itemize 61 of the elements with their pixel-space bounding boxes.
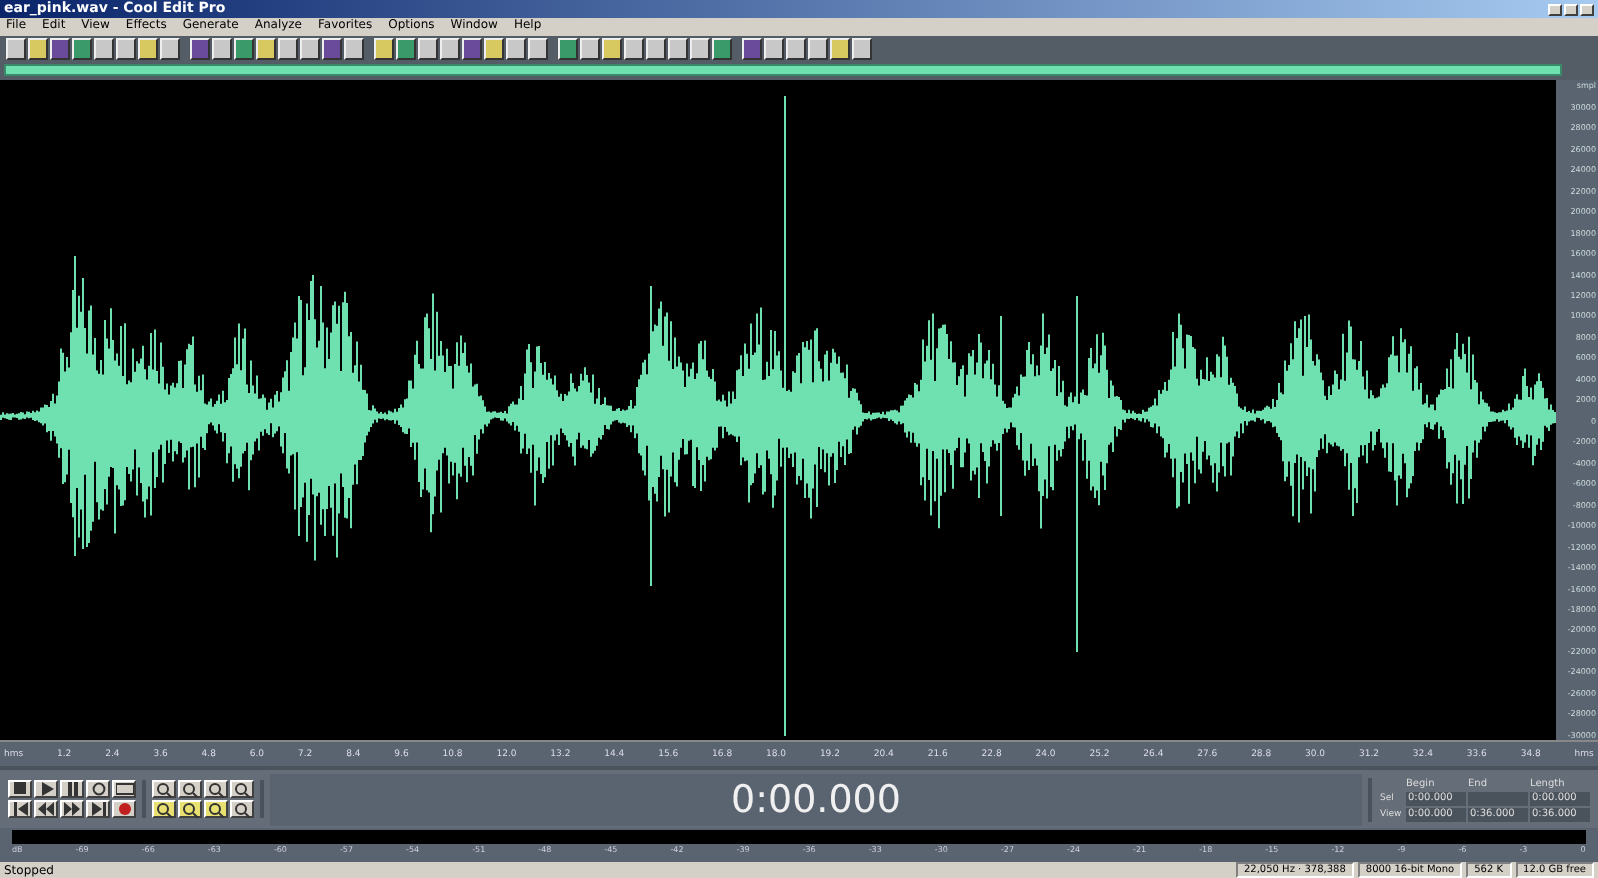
toolbar-icon[interactable] xyxy=(624,37,644,60)
toolbar-icon[interactable] xyxy=(300,37,320,60)
zoom-button[interactable] xyxy=(152,800,176,819)
toolbar-icon[interactable] xyxy=(212,37,232,60)
minimize-button[interactable] xyxy=(1548,3,1562,15)
toolbar-icon[interactable] xyxy=(256,37,276,60)
toolbar-icon[interactable] xyxy=(786,37,806,60)
toolbar-icon[interactable] xyxy=(322,37,342,60)
overview-bar[interactable] xyxy=(0,61,1598,81)
toolbar-icon[interactable] xyxy=(50,37,70,60)
close-button[interactable] xyxy=(1580,3,1594,15)
zoom-button[interactable] xyxy=(178,800,202,819)
zoom-button[interactable] xyxy=(152,780,176,799)
toolbar-icon[interactable] xyxy=(116,37,136,60)
toolbar-icon[interactable] xyxy=(764,37,784,60)
toolbar-icon[interactable] xyxy=(484,37,504,60)
toolbar-icon[interactable] xyxy=(712,37,732,60)
toolbar-icon[interactable] xyxy=(602,37,622,60)
toolbar-icon[interactable] xyxy=(138,37,158,60)
toolbar-icon[interactable] xyxy=(396,37,416,60)
toolbar-icon[interactable] xyxy=(808,37,828,60)
toolbar-icon[interactable] xyxy=(558,37,578,60)
loop-button[interactable] xyxy=(86,780,110,799)
time-field[interactable] xyxy=(1468,791,1528,806)
toolbar-icon[interactable] xyxy=(344,37,364,60)
toolbar-icon[interactable] xyxy=(72,37,92,60)
toolbar-icon[interactable] xyxy=(690,37,710,60)
toolbar-icon[interactable] xyxy=(6,37,26,60)
toolbar-icon[interactable] xyxy=(506,37,526,60)
play-button[interactable] xyxy=(34,780,58,799)
record-button[interactable] xyxy=(112,800,136,819)
zoom-button[interactable] xyxy=(204,800,228,819)
toolbar-icon[interactable] xyxy=(462,37,482,60)
stop-button[interactable] xyxy=(8,780,32,799)
toolbar-icon[interactable] xyxy=(374,37,394,60)
go-to-end-button[interactable] xyxy=(86,800,110,819)
toolbar-icon[interactable] xyxy=(190,37,210,60)
toolbar-icon[interactable] xyxy=(440,37,460,60)
toolbar-icon[interactable] xyxy=(28,37,48,60)
toolbar-icon[interactable] xyxy=(580,37,600,60)
toolbar-icon[interactable] xyxy=(94,37,114,60)
toolbar-icon[interactable] xyxy=(646,37,666,60)
toolbar-icon[interactable] xyxy=(742,37,762,60)
zoom-button[interactable] xyxy=(230,800,254,819)
toolbar-icon[interactable] xyxy=(668,37,688,60)
time-display: 0:00.000 xyxy=(731,777,901,822)
toolbar-icon[interactable] xyxy=(278,37,298,60)
go-to-start-button[interactable] xyxy=(8,800,32,819)
toolbar-icon[interactable] xyxy=(160,37,180,60)
toolbar-icon[interactable] xyxy=(830,37,850,60)
fast-forward-button[interactable] xyxy=(60,800,84,819)
play-loop-button[interactable] xyxy=(112,780,136,799)
maximize-button[interactable] xyxy=(1564,3,1578,15)
zoom-button[interactable] xyxy=(230,780,254,799)
toolbar-icon[interactable] xyxy=(528,37,548,60)
pause-button[interactable] xyxy=(60,780,84,799)
zoom-button[interactable] xyxy=(178,780,202,799)
zoom-button[interactable] xyxy=(204,780,228,799)
toolbar-icon[interactable] xyxy=(852,37,872,60)
toolbar-icon[interactable] xyxy=(418,37,438,60)
toolbar-icon[interactable] xyxy=(234,37,254,60)
